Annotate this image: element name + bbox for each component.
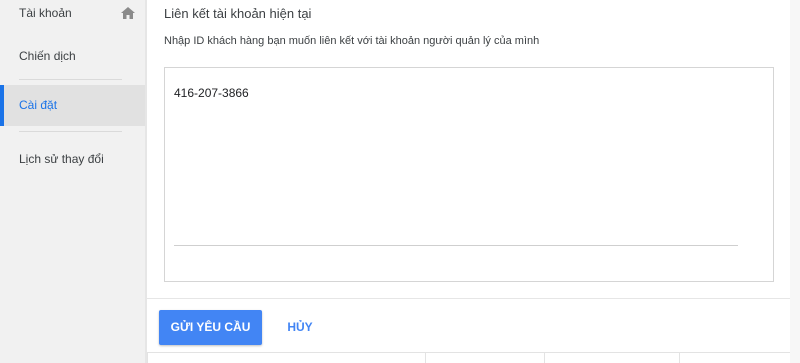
sidebar-item-change-history[interactable]: Lịch sử thay đổi — [0, 146, 147, 172]
sidebar-item-label: Lịch sử thay đổi — [19, 152, 104, 166]
sidebar-item-accounts[interactable]: Tài khoản — [0, 0, 147, 30]
page-title: Liên kết tài khoản hiện tại — [164, 6, 312, 21]
cancel-button[interactable]: HỦY — [280, 310, 320, 345]
sidebar-item-settings[interactable]: Cài đặt — [0, 85, 147, 126]
customer-id-value: 416-207-3866 — [174, 86, 249, 100]
table-column-divider — [544, 352, 545, 363]
page-instructions: Nhập ID khách hàng bạn muốn liên kết với… — [164, 35, 540, 47]
sidebar: Tài khoản Chiến dịch Cài đặt Lịch sử tha… — [0, 0, 147, 363]
sidebar-edge — [145, 0, 147, 363]
table-column-divider — [425, 352, 426, 363]
send-request-button[interactable]: GỬI YÊU CẦU — [159, 310, 262, 345]
sidebar-item-label: Cài đặt — [19, 98, 58, 112]
active-indicator — [0, 85, 4, 126]
link-accounts-page: Tài khoản Chiến dịch Cài đặt Lịch sử tha… — [0, 0, 800, 363]
page-scrollbar[interactable] — [790, 0, 800, 363]
table-column-divider — [147, 352, 148, 363]
sidebar-item-campaigns[interactable]: Chiến dịch — [0, 42, 147, 70]
sidebar-divider — [19, 79, 122, 80]
input-underline — [174, 245, 738, 246]
table-column-divider — [679, 352, 680, 363]
home-icon — [121, 7, 135, 19]
sidebar-divider — [19, 131, 122, 132]
customer-id-textarea[interactable]: 416-207-3866 — [164, 67, 774, 282]
table-top-border — [147, 352, 790, 353]
sidebar-item-label: Tài khoản — [19, 6, 72, 20]
sidebar-item-label: Chiến dịch — [19, 49, 76, 63]
section-divider — [147, 298, 790, 299]
